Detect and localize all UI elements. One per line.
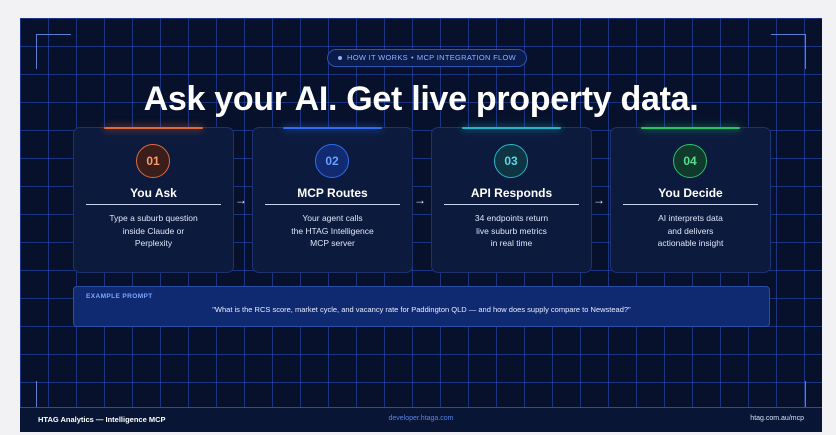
example-prompt-label: EXAMPLE PROMPT xyxy=(86,293,153,300)
step-2-line-2: the HTAG Intelligence xyxy=(291,225,374,236)
step-4-line-3: actionable insight xyxy=(657,238,724,248)
step-2-line-3: MCP server xyxy=(310,238,355,248)
flow-arrow-icon: → xyxy=(593,193,605,207)
corner-bracket-top-right xyxy=(771,34,806,69)
step-number-4: 04 xyxy=(673,144,707,178)
step-3-line-1: 34 endpoints return xyxy=(474,213,549,223)
step-divider-4 xyxy=(623,204,758,205)
step-description-1: Type a suburb question inside Claude or … xyxy=(86,212,221,250)
step-card-2-accent xyxy=(283,127,382,129)
step-3-line-3: in real time xyxy=(490,238,533,248)
step-card-2: 02 MCP Routes Your agent calls the HTAG … xyxy=(252,127,413,273)
step-card-3: 03 API Responds 34 endpoints return live… xyxy=(431,127,592,273)
example-prompt-panel: EXAMPLE PROMPT "What is the RCS score, m… xyxy=(73,286,770,327)
step-title-4: You Decide xyxy=(658,186,723,200)
step-card-1-accent xyxy=(104,127,203,129)
page-title: Ask your AI. Get live property data. xyxy=(143,80,699,118)
step-divider-1 xyxy=(86,204,221,205)
step-description-4: AI interprets data and delivers actionab… xyxy=(623,212,758,250)
step-2-line-1: Your agent calls xyxy=(302,213,363,223)
step-4-line-2: and delivers xyxy=(667,225,714,236)
corner-bracket-top-left xyxy=(36,34,71,69)
step-title-2: MCP Routes xyxy=(297,186,368,200)
badge-separator: • xyxy=(410,53,414,62)
step-1-line-2: inside Claude or xyxy=(122,225,185,236)
step-1-line-1: Type a suburb question xyxy=(109,213,198,223)
step-4-line-1: AI interprets data xyxy=(658,213,723,223)
step-description-2: Your agent calls the HTAG Intelligence M… xyxy=(265,212,400,250)
step-card-4: 04 You Decide AI interprets data and del… xyxy=(610,127,771,273)
footer-mcp-link[interactable]: htag.com.au/mcp xyxy=(750,415,804,422)
step-card-4-accent xyxy=(641,127,740,129)
section-badge: HOW IT WORKS • MCP INTEGRATION FLOW xyxy=(327,49,527,67)
example-prompt-text: "What is the RCS score, market cycle, an… xyxy=(212,305,631,314)
step-3-line-2: live suburb metrics xyxy=(476,225,547,236)
step-1-line-3: Perplexity xyxy=(134,238,173,248)
footer-bar: HTAG Analytics — Intelligence MCP develo… xyxy=(20,407,822,432)
step-title-1: You Ask xyxy=(130,186,177,200)
flow-arrow-icon: → xyxy=(235,193,247,207)
badge-dot-icon xyxy=(338,56,342,61)
step-number-2: 02 xyxy=(315,144,349,178)
step-divider-3 xyxy=(444,204,579,205)
step-description-3: 34 endpoints return live suburb metrics … xyxy=(444,212,579,250)
footer-developer-link[interactable]: developer.htaga.com xyxy=(20,415,822,422)
step-card-1: 01 You Ask Type a suburb question inside… xyxy=(73,127,234,273)
slide-canvas: HOW IT WORKS • MCP INTEGRATION FLOW Ask yo… xyxy=(20,18,822,432)
step-card-3-accent xyxy=(462,127,561,129)
step-number-3: 03 xyxy=(494,144,528,178)
step-number-1: 01 xyxy=(136,144,170,178)
flow-arrow-icon: → xyxy=(414,193,426,207)
step-title-3: API Responds xyxy=(470,186,553,200)
badge-label-right: MCP INTEGRATION FLOW xyxy=(416,53,516,62)
badge-label-left: HOW IT WORKS xyxy=(347,53,408,62)
step-divider-2 xyxy=(265,204,400,205)
